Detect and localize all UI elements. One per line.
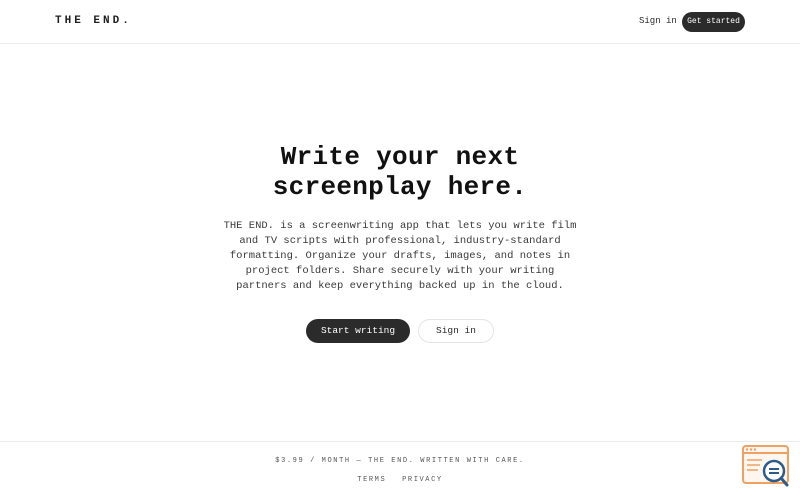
brand-logo[interactable]: THE END. <box>55 15 132 27</box>
landing-page: THE END. Sign in Get started Write your … <box>0 0 800 500</box>
hero-title: Write your next screenplay here. <box>200 142 600 202</box>
hero-title-line-1: Write your next <box>280 142 520 172</box>
hero-description-line: partners and keep everything backed up i… <box>236 280 564 292</box>
privacy-link[interactable]: PRIVACY <box>402 476 443 484</box>
hero-description-line: formatting. Organize your drafts, images… <box>229 250 571 262</box>
hero-description-line: THE END. is a screenwriting app that let… <box>223 220 577 232</box>
start-writing-button[interactable]: Start writing <box>306 319 410 343</box>
footer: $3.99 / MONTH — THE END. WRITTEN WITH CA… <box>0 441 800 500</box>
terms-link[interactable]: TERMS <box>357 476 386 484</box>
hero-description-line: and TV scripts with professional, indust… <box>239 235 561 247</box>
hero-title-line-2: screenplay here. <box>272 172 528 202</box>
hero-description-line: project folders. Share securely with you… <box>245 265 555 277</box>
browser-search-icon[interactable] <box>742 445 790 489</box>
hero-sign-in-button[interactable]: Sign in <box>418 319 494 343</box>
get-started-button[interactable]: Get started <box>682 12 745 32</box>
hero-description: THE END. is a screenwriting app that let… <box>210 219 590 294</box>
top-nav: THE END. Sign in Get started <box>0 0 800 44</box>
footer-pricing-note: $3.99 / MONTH — THE END. WRITTEN WITH CA… <box>275 457 525 465</box>
footer-links: TERMS PRIVACY <box>0 476 800 484</box>
header-sign-in-link[interactable]: Sign in <box>639 16 677 26</box>
